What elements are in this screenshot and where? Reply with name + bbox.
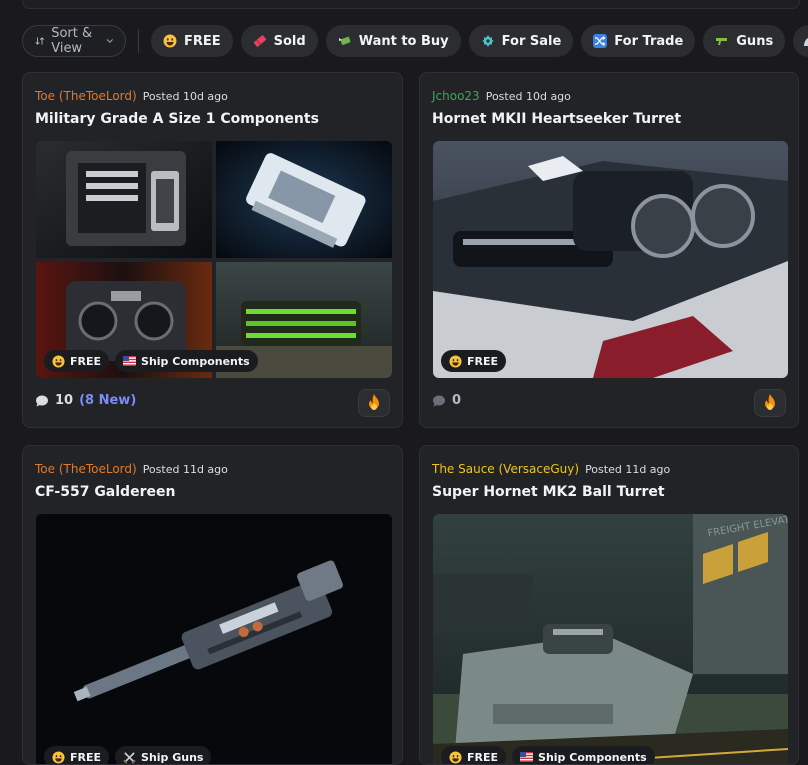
tag-free[interactable]: FREE <box>441 350 507 372</box>
tag-ship-components[interactable]: Ship Components <box>115 350 258 372</box>
tag-ship-guns[interactable]: Ship Guns <box>115 746 212 764</box>
post-tags: FREE Ship Guns <box>44 746 212 764</box>
gun-image <box>36 514 392 764</box>
post-tags: FREE Ship Components <box>44 350 258 372</box>
post-title[interactable]: Military Grade A Size 1 Components <box>35 111 319 127</box>
post-card[interactable]: Jchoo23 Posted 10d ago Hornet MKII Heart… <box>419 72 799 428</box>
post-footer: 0 <box>432 393 461 408</box>
tag-label: Ship Guns <box>141 750 204 764</box>
chip-for-sale[interactable]: For Sale <box>468 25 574 57</box>
chip-label: FREE <box>183 33 221 49</box>
tag-free[interactable]: FREE <box>44 746 110 764</box>
post-image[interactable]: FREIGHT ELEVATOR FREE Ship Components <box>433 514 788 764</box>
sort-view-label: Sort & View <box>51 26 93 56</box>
post-date: Posted 10d ago <box>142 90 228 103</box>
post-card[interactable]: The Sauce (VersaceGuy) Posted 11d ago Su… <box>419 445 799 765</box>
chip-label: For Sale <box>501 33 562 49</box>
post-card[interactable]: Toe (TheToeLord) Posted 10d ago Military… <box>22 72 403 428</box>
filter-toolbar: Sort & View FREE Sold Want to Buy For Sa… <box>22 25 808 57</box>
post-date: Posted 11d ago <box>585 463 671 476</box>
component-images <box>36 141 392 378</box>
new-comment-count[interactable]: (8 New) <box>79 393 136 408</box>
grinning-face-icon <box>163 34 177 48</box>
previous-content-edge <box>22 0 800 9</box>
post-title[interactable]: Hornet MKII Heartseeker Turret <box>432 111 681 127</box>
comment-icon <box>36 395 48 406</box>
post-tags: FREE <box>441 350 507 372</box>
chip-label: Guns <box>736 33 774 49</box>
post-author[interactable]: Toe (TheToeLord) <box>35 89 137 103</box>
tag-label: FREE <box>467 750 499 764</box>
comment-count: 0 <box>452 393 462 408</box>
sort-arrows-icon <box>35 37 45 45</box>
tag-ship-components[interactable]: Ship Components <box>512 746 655 764</box>
tag-label: FREE <box>70 750 102 764</box>
post-title[interactable]: CF-557 Galdereen <box>35 484 175 500</box>
flag-icon <box>520 752 534 762</box>
fire-icon <box>369 394 379 410</box>
post-image-grid[interactable]: FREE Ship Components <box>36 141 392 378</box>
grinning-face-icon <box>52 750 65 764</box>
chip-label: Sold <box>273 33 306 49</box>
post-date: Posted 10d ago <box>485 90 571 103</box>
comment-icon <box>433 395 445 406</box>
chip-more[interactable] <box>793 25 808 57</box>
sale-tag-icon <box>481 34 495 48</box>
chip-label: For Trade <box>614 33 684 49</box>
post-image[interactable]: FREE Ship Guns <box>36 514 392 764</box>
post-title[interactable]: Super Hornet MK2 Ball Turret <box>432 484 665 500</box>
post-date: Posted 11d ago <box>142 463 228 476</box>
flexed-arm-icon <box>802 34 808 48</box>
grinning-face-icon <box>52 354 65 368</box>
post-author[interactable]: Toe (TheToeLord) <box>35 462 137 476</box>
chip-want-to-buy[interactable]: Want to Buy <box>325 25 461 57</box>
tag-label: FREE <box>70 354 102 368</box>
chevron-down-icon <box>106 39 113 43</box>
post-meta: Toe (TheToeLord) Posted 10d ago <box>35 89 228 103</box>
grinning-face-icon <box>449 750 462 764</box>
post-tags: FREE Ship Components <box>441 746 655 764</box>
post-meta: Toe (TheToeLord) Posted 11d ago <box>35 462 228 476</box>
reaction-button[interactable] <box>358 389 390 417</box>
post-author[interactable]: The Sauce (VersaceGuy) <box>432 462 579 476</box>
post-author[interactable]: Jchoo23 <box>432 89 480 103</box>
post-card[interactable]: Toe (TheToeLord) Posted 11d ago CF-557 G… <box>22 445 403 765</box>
post-image[interactable]: FREE <box>433 141 788 378</box>
sort-view-button[interactable]: Sort & View <box>22 25 127 57</box>
crossed-swords-icon <box>123 751 136 764</box>
turret-image <box>433 141 788 378</box>
comment-count: 10 <box>55 393 74 408</box>
tag-label: FREE <box>467 354 499 368</box>
fire-icon <box>765 394 775 410</box>
tag-free[interactable]: FREE <box>441 746 507 764</box>
money-wings-icon <box>338 34 352 48</box>
chip-free[interactable]: FREE <box>150 25 233 57</box>
reaction-button[interactable] <box>754 389 786 417</box>
tag-free[interactable]: FREE <box>44 350 110 372</box>
chip-guns[interactable]: Guns <box>703 25 786 57</box>
hangar-image: FREIGHT ELEVATOR <box>433 514 788 764</box>
tag-label: Ship Components <box>538 750 647 764</box>
tag-label: Ship Components <box>141 354 250 368</box>
flag-icon <box>123 356 137 366</box>
chip-label: Want to Buy <box>358 33 449 49</box>
chip-for-trade[interactable]: For Trade <box>581 25 696 57</box>
pistol-icon <box>715 34 729 48</box>
post-meta: Jchoo23 Posted 10d ago <box>432 89 571 103</box>
post-footer: 10 (8 New) <box>35 393 136 408</box>
chip-sold[interactable]: Sold <box>240 25 318 57</box>
post-meta: The Sauce (VersaceGuy) Posted 11d ago <box>432 462 670 476</box>
ticket-icon <box>253 34 267 48</box>
shuffle-icon <box>593 34 608 48</box>
toolbar-divider <box>138 29 139 53</box>
grinning-face-icon <box>449 354 462 368</box>
